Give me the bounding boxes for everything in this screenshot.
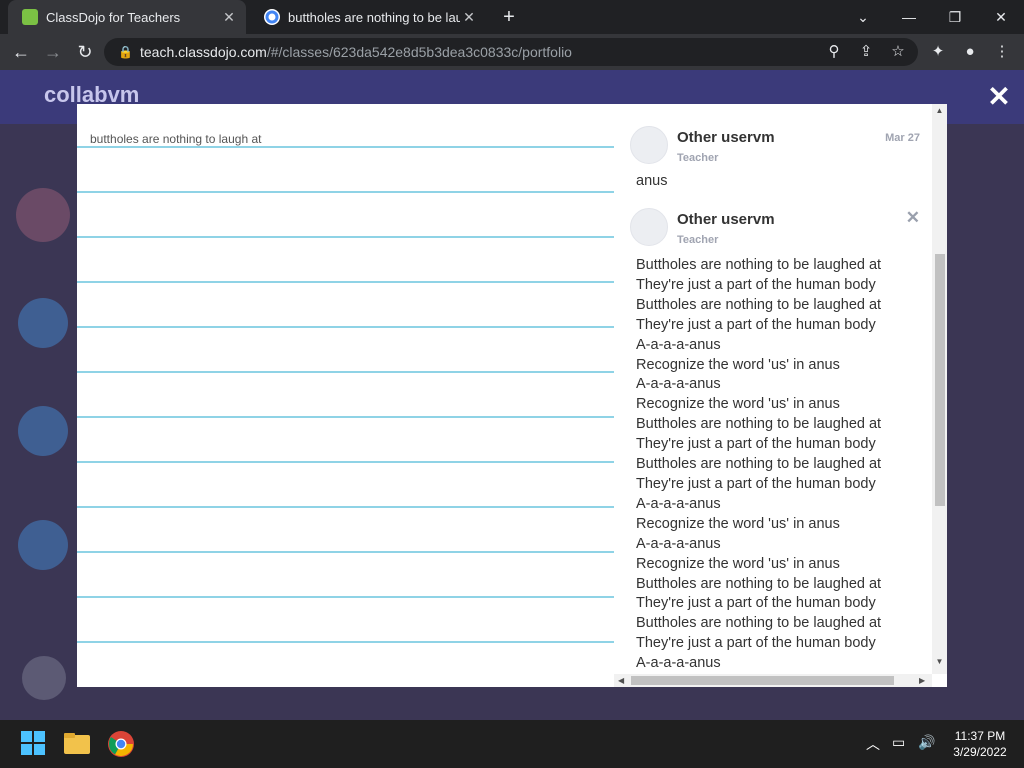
network-icon[interactable]: ▭ <box>892 734 905 751</box>
google-favicon-icon <box>264 9 280 25</box>
address-bar[interactable]: 🔒 teach.classdojo.com/#/classes/623da542… <box>104 38 918 66</box>
comment-date: Mar 27 <box>885 132 920 144</box>
tab-title: buttholes are nothing to be laugh <box>288 9 460 25</box>
comment-body: Buttholes are nothing to be laughed at T… <box>636 257 882 672</box>
scroll-up-icon[interactable]: ▲ <box>932 106 947 115</box>
activity-icon <box>18 298 68 348</box>
profile-icon[interactable]: ● <box>960 42 980 62</box>
paper-line <box>77 236 614 238</box>
tab-close-icon[interactable]: ✕ <box>220 9 238 26</box>
lock-icon: 🔒 <box>118 45 133 59</box>
back-arrow-icon[interactable]: ← <box>10 41 32 63</box>
volume-icon[interactable]: 🔊 <box>918 734 935 751</box>
file-explorer-icon[interactable] <box>63 730 91 758</box>
monster-avatar-icon <box>22 656 66 700</box>
paper-line <box>77 596 614 598</box>
comment-body: anus <box>636 173 668 189</box>
new-tab-button[interactable]: + <box>498 6 520 28</box>
comment-role: Teacher <box>677 234 719 246</box>
tab-search-chevron-icon[interactable]: ⌄ <box>852 6 874 28</box>
delete-comment-icon[interactable]: ✕ <box>906 208 920 228</box>
comment-author: Other uservm <box>677 211 775 228</box>
windows-start-icon[interactable] <box>20 730 48 758</box>
user-avatar <box>630 208 668 246</box>
scroll-right-icon[interactable]: ▶ <box>919 674 925 687</box>
restore-icon[interactable]: ❐ <box>944 6 966 28</box>
clock-date: 3/29/2022 <box>953 745 1007 759</box>
comments-panel[interactable]: Other uservm Teacher Mar 27 anus Other u… <box>614 104 932 674</box>
comment-author: Other uservm <box>677 129 775 146</box>
window-close-icon[interactable]: ✕ <box>990 6 1012 28</box>
portfolio-item-modal: buttholes are nothing to laugh at Other … <box>77 104 947 687</box>
system-clock[interactable]: 11:37 PM 3/29/2022 <box>940 728 1020 760</box>
scrollbar-thumb[interactable] <box>935 254 945 506</box>
paper-line <box>77 326 614 328</box>
chrome-icon[interactable] <box>107 730 135 758</box>
student-avatar-icon <box>18 520 68 570</box>
browser-tab-bar: ClassDojo for Teachers ✕ buttholes are n… <box>0 0 1024 34</box>
windows-taskbar: ︿ ▭ 🔊 11:37 PM 3/29/2022 <box>0 720 1024 768</box>
scroll-left-icon[interactable]: ◀ <box>618 674 624 687</box>
scroll-down-icon[interactable]: ▼ <box>932 657 947 666</box>
close-modal-icon[interactable]: ✕ <box>986 83 1012 111</box>
paper-line <box>77 416 614 418</box>
tab-title: ClassDojo for Teachers <box>46 9 181 25</box>
tab-classdojo[interactable]: ClassDojo for Teachers ✕ <box>8 0 246 34</box>
reload-icon[interactable]: ↻ <box>74 41 96 63</box>
comments-vertical-scrollbar[interactable]: ▲ ▼ <box>932 104 947 674</box>
classdojo-favicon-icon <box>22 9 38 25</box>
scrollbar-thumb[interactable] <box>631 676 894 685</box>
note-text: buttholes are nothing to laugh at <box>90 132 262 146</box>
comment-role: Teacher <box>677 152 719 164</box>
tray-chevron-icon[interactable]: ︿ <box>866 734 880 754</box>
tab-close-icon[interactable]: ✕ <box>460 9 478 26</box>
forward-arrow-icon[interactable]: → <box>42 41 64 63</box>
paper-line <box>77 146 614 148</box>
paper-line <box>77 641 614 643</box>
paper-line <box>77 191 614 193</box>
browser-toolbar: ← → ↻ 🔒 teach.classdojo.com/#/classes/62… <box>0 34 1024 70</box>
class-avatar <box>16 188 70 242</box>
share-icon[interactable]: ⇪ <box>856 42 876 62</box>
paper-line <box>77 281 614 283</box>
tab-google-search[interactable]: buttholes are nothing to be laugh ✕ <box>250 0 486 34</box>
paper-line <box>77 461 614 463</box>
paper-line <box>77 371 614 373</box>
minimize-icon[interactable]: — <box>898 6 920 28</box>
user-avatar <box>630 126 668 164</box>
extensions-puzzle-icon[interactable]: ✦ <box>928 42 948 62</box>
url-text[interactable]: teach.classdojo.com/#/classes/623da542e8… <box>140 44 918 60</box>
paper-line <box>77 551 614 553</box>
clock-time: 11:37 PM <box>954 729 1006 743</box>
bookmark-star-icon[interactable]: ☆ <box>888 42 908 62</box>
comments-horizontal-scrollbar[interactable]: ◀ ▶ <box>614 674 932 687</box>
paper-line <box>77 506 614 508</box>
zoom-icon[interactable]: ⚲ <box>824 42 844 62</box>
menu-kebab-icon[interactable]: ⋮ <box>992 42 1012 62</box>
add-button-icon <box>18 406 68 456</box>
note-paper: buttholes are nothing to laugh at <box>77 104 614 687</box>
